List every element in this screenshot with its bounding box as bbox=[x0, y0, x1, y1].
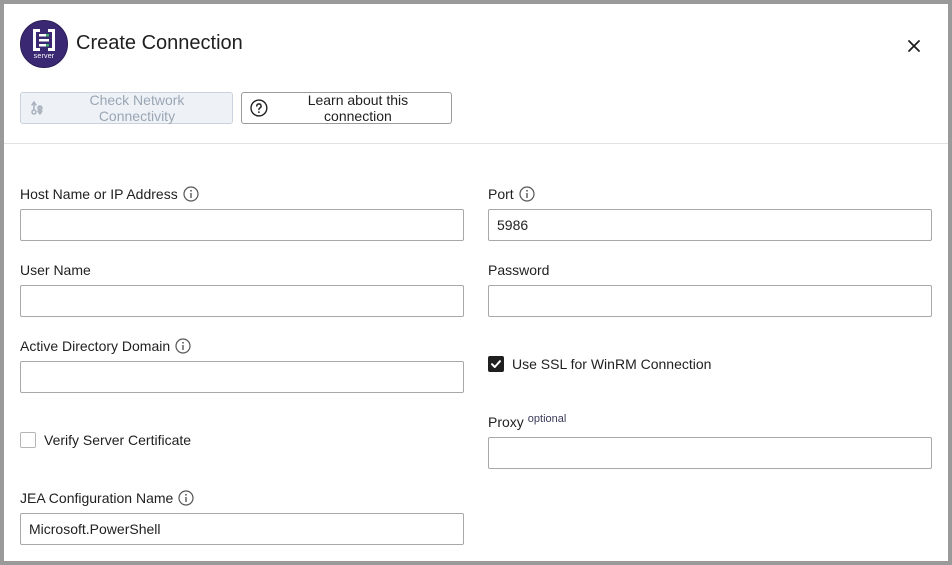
port-label: Port bbox=[488, 186, 514, 202]
proxy-label: Proxy bbox=[488, 414, 524, 430]
domain-label-row: Active Directory Domain bbox=[20, 338, 191, 354]
jea-label: JEA Configuration Name bbox=[20, 490, 174, 506]
use-ssl-checkbox[interactable] bbox=[488, 356, 504, 372]
username-label-row: User Name bbox=[20, 262, 91, 278]
create-connection-dialog: server Create Connection Check Network C… bbox=[4, 4, 948, 561]
dialog-header: server Create Connection Check Network C… bbox=[4, 4, 948, 144]
learn-about-connection-button[interactable]: Learn about this connection bbox=[241, 92, 452, 124]
use-ssl-label: Use SSL for WinRM Connection bbox=[512, 356, 712, 372]
verify-cert-checkbox[interactable] bbox=[20, 432, 36, 448]
network-check-icon bbox=[31, 101, 43, 115]
host-label-row: Host Name or IP Address bbox=[20, 186, 199, 202]
close-icon bbox=[908, 40, 920, 52]
jea-label-row: JEA Configuration Name bbox=[20, 490, 194, 506]
password-label-row: Password bbox=[488, 262, 549, 278]
info-icon[interactable] bbox=[183, 186, 199, 202]
password-label: Password bbox=[488, 262, 550, 278]
username-label: User Name bbox=[20, 262, 91, 278]
server-logo-icon bbox=[33, 29, 55, 51]
help-circle-icon bbox=[250, 99, 268, 117]
info-icon[interactable] bbox=[178, 490, 194, 506]
server-logo: server bbox=[20, 20, 68, 68]
use-ssl-row[interactable]: Use SSL for WinRM Connection bbox=[488, 356, 711, 372]
dialog-title: Create Connection bbox=[76, 32, 243, 54]
close-button[interactable] bbox=[902, 34, 926, 58]
checkmark-icon bbox=[491, 360, 501, 368]
learn-label: Learn about this connection bbox=[307, 92, 409, 124]
username-input[interactable] bbox=[20, 285, 464, 317]
domain-input[interactable] bbox=[20, 361, 464, 393]
proxy-optional-tag: optional bbox=[527, 413, 567, 425]
check-network-label: Check Network Connectivity bbox=[89, 92, 185, 124]
verify-cert-label: Verify Server Certificate bbox=[44, 432, 192, 448]
proxy-label-row: Proxy optional bbox=[488, 413, 567, 430]
port-input[interactable] bbox=[488, 209, 932, 241]
port-label-row: Port bbox=[488, 186, 535, 202]
password-input[interactable] bbox=[488, 285, 932, 317]
logo-text: server bbox=[33, 53, 55, 60]
host-label: Host Name or IP Address bbox=[20, 186, 178, 202]
host-input[interactable] bbox=[20, 209, 464, 241]
verify-cert-row[interactable]: Verify Server Certificate bbox=[20, 432, 191, 448]
jea-input[interactable] bbox=[20, 513, 464, 545]
domain-label: Active Directory Domain bbox=[20, 338, 171, 354]
proxy-input[interactable] bbox=[488, 437, 932, 469]
info-icon[interactable] bbox=[519, 186, 535, 202]
info-icon[interactable] bbox=[175, 338, 191, 354]
check-network-connectivity-button[interactable]: Check Network Connectivity bbox=[20, 92, 233, 124]
